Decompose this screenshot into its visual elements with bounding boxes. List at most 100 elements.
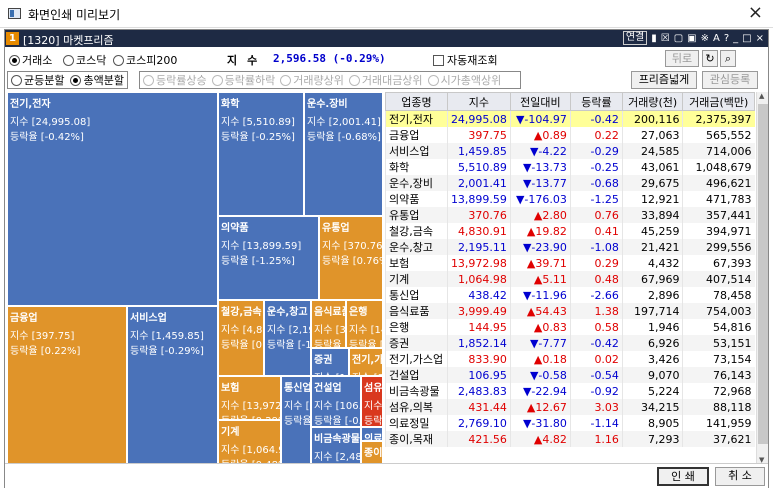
table-row[interactable]: 은행 144.95 ▲0.83 0.58 1,946 54,816 [385, 319, 755, 335]
tool-icon-1[interactable]: ▮ [651, 33, 657, 44]
table-row[interactable]: 운수,창고 2,195.11 ▼-23.90 -1.08 21,421 299,556 [385, 239, 755, 255]
table-row[interactable]: 전기,전자 24,995.08 ▼-104.97 -0.42 200,116 2,375,… [385, 110, 755, 127]
treemap-tile[interactable]: 통신업지수 [438.42] 등락율 [-2.66%] [281, 376, 311, 464]
filter-dot[interactable] [143, 74, 154, 86]
help-icon[interactable]: ? [724, 33, 729, 44]
treemap-tile[interactable]: 증권지수 [1,852.14]등락율 [-0.42%] [311, 348, 349, 376]
tile-index: 지수 [1,064.98] [221, 445, 280, 456]
table-row[interactable]: 서비스업 1,459.85 ▼-4.22 -0.29 24,585 714,006 [385, 143, 755, 159]
scroll-up-icon[interactable]: ▲ [759, 92, 764, 100]
treemap-tile[interactable]: 보험지수 [13,972.98]등락율 [0.29%] [218, 376, 281, 420]
table-row[interactable]: 화학 5,510.89 ▼-13.73 -0.25 43,061 1,048,679 [385, 159, 755, 175]
tool-icon-3[interactable]: ▢ [674, 33, 683, 44]
down-arrow-icon: ▼ [522, 160, 532, 174]
table-row[interactable]: 섬유,의복 431.44 ▲12.67 3.03 34,215 88,118 [385, 399, 755, 415]
treemap-tile[interactable]: 섬유,의복지수 [431.44] 등락율 [3.03%] [361, 376, 383, 427]
radio-total-label[interactable]: 총액분할 [83, 72, 123, 88]
screen-number-badge: 1 [6, 32, 19, 45]
treemap-tile[interactable]: 은행지수 [144.95] 등락율 [0.58%] [346, 300, 383, 348]
table-row[interactable]: 철강,금속 4,830.91 ▲19.82 0.41 45,259 394,971 [385, 223, 755, 239]
table-row[interactable]: 종이,목재 421.56 ▲4.82 1.16 7,293 37,621 [385, 431, 755, 447]
tool-icon-4[interactable]: ▣ [687, 33, 696, 44]
col-header[interactable]: 거래량(천) [621, 92, 684, 111]
table-row[interactable]: 의료정밀 2,769.10 ▼-31.80 -1.14 8,905 141,959 [385, 415, 755, 431]
filter-dot[interactable] [427, 74, 439, 86]
search-icon[interactable]: ⌕ [720, 50, 736, 67]
treemap-tile[interactable]: 음식료품지수 [3,999.49] 등락율 [1.38%] [311, 300, 346, 348]
filter-rise[interactable]: 등락률상승 [156, 72, 207, 88]
treemap-tile[interactable]: 철강,금속지수 [4,830.91] 등락율 [0.41%] [218, 300, 264, 376]
treemap-tile[interactable]: 기계지수 [1,064.98]등락율 [0.48%] [218, 420, 281, 464]
col-header[interactable]: 등락률 [569, 92, 623, 111]
font-icon[interactable]: A [713, 33, 720, 44]
minimize-icon[interactable]: _ [733, 33, 738, 44]
maximize-icon[interactable]: □ [742, 33, 751, 44]
treemap-tile[interactable]: 의약품 지수 [13,899.59] 등락율 [-1.25%] [218, 216, 319, 300]
tool-icon-2[interactable]: ☒ [661, 33, 670, 44]
treemap-tile[interactable]: 운수.장비 지수 [2,001.41] 등락율 [-0.68%] [304, 92, 383, 216]
table-row[interactable]: 통신업 438.42 ▼-11.96 -2.66 2,896 78,458 [385, 287, 755, 303]
tool-icon-5[interactable]: ※ [701, 33, 709, 44]
filter-volume[interactable]: 거래량상위 [293, 72, 344, 88]
table-row[interactable]: 보험 13,972.98 ▲39.71 0.29 4,432 67,393 [385, 255, 755, 271]
radio-kospi[interactable]: 거래소 [9, 52, 52, 68]
refresh-icon[interactable]: ↻ [702, 50, 718, 67]
radio-kospi200[interactable]: 코스피200 [113, 52, 177, 68]
treemap-tile[interactable]: 운수,창고지수 [2,195.11] 등락율 [-1.08%] [264, 300, 311, 376]
filter-amount[interactable]: 거래대금상위 [362, 72, 423, 88]
back-button[interactable]: 뒤로 [665, 50, 699, 67]
filter-dot[interactable] [211, 74, 223, 86]
rate-cell: 1.38 [569, 303, 623, 319]
sector-name: 서비스업 [385, 143, 448, 159]
col-header[interactable]: 지수 [446, 92, 511, 111]
treemap-tile[interactable]: 서비스업 지수 [1,459.85] 등락율 [-0.29%] [127, 306, 218, 464]
treemap-tile[interactable]: 건설업지수 [106.95] 등락율 [-0.54%] [311, 376, 361, 427]
scroll-thumb[interactable] [758, 104, 768, 444]
table-row[interactable]: 비금속광물 2,483.83 ▼-22.94 -0.92 5,224 72,968 [385, 383, 755, 399]
radio-equal-label[interactable]: 균등분할 [24, 72, 64, 88]
treemap-tile[interactable]: 전기,가스업지수 [833.90]등락율 [0.02%] [349, 348, 383, 376]
link-button[interactable]: 연결 [622, 31, 648, 45]
filter-fall[interactable]: 등락률하락 [225, 72, 276, 88]
table-row[interactable]: 전기,가스업 833.90 ▲0.18 0.02 3,426 73,154 [385, 351, 755, 367]
tile-index: 지수 [833.90] [352, 369, 382, 375]
print-button[interactable]: 인 쇄 [657, 467, 709, 486]
tile-change: 등락율 [-1.08%] [267, 340, 310, 351]
radio-total-dot[interactable] [70, 74, 82, 86]
table-row[interactable]: 금융업 397.75 ▲0.89 0.22 27,063 565,552 [385, 127, 755, 143]
table-scrollbar[interactable]: ▲ ▼ [756, 92, 768, 464]
radio-kosdaq[interactable]: 코스닥 [63, 52, 106, 68]
table-row[interactable]: 기계 1,064.98 ▲5.11 0.48 67,969 407,514 [385, 271, 755, 287]
table-row[interactable]: 증권 1,852.14 ▼-7.77 -0.42 6,926 53,151 [385, 335, 755, 351]
treemap-tile[interactable]: 종이,목재지수 [421.56]등락율 [1.16%] [361, 441, 383, 464]
table-row[interactable]: 음식료품 3,999.49 ▲54.43 1.38 197,714 754,003 [385, 303, 755, 319]
inner-close-icon[interactable]: × [756, 33, 764, 44]
change-value: 4.82 [542, 432, 567, 446]
up-arrow-icon: ▲ [526, 224, 536, 238]
table-row[interactable]: 유통업 370.76 ▲2.80 0.76 33,894 357,441 [385, 207, 755, 223]
down-arrow-icon: ▼ [515, 192, 525, 206]
table-row[interactable]: 의약품 13,899.59 ▼-176.03 -1.25 12,921 471,783 [385, 191, 755, 207]
dialog-footer: 인 쇄 취 소 [5, 463, 768, 488]
treemap-tile[interactable]: 화학 지수 [5,510.89] 등락율 [-0.25%] [218, 92, 304, 216]
treemap-tile[interactable]: 전기,전자 지수 [24,995.08] 등락율 [-0.42%] [7, 92, 218, 306]
auto-refresh-checkbox[interactable]: 자동재조회 [433, 52, 498, 68]
table-row[interactable]: 운수,장비 2,001.41 ▼-13.77 -0.68 29,675 496,621 [385, 175, 755, 191]
treemap-tile[interactable]: 유통업지수 [370.76] 등락율 [0.76%] [319, 216, 383, 300]
col-header[interactable]: 업종명 [385, 92, 448, 111]
filter-marketcap[interactable]: 시가총액상위 [441, 72, 502, 88]
treemap-tile[interactable]: 금융업 지수 [397.75] 등락율 [0.22%] [7, 306, 127, 464]
treemap-tile[interactable]: 비금속광물지수 [2,483.83]등락율 [-0.92%] [311, 427, 361, 464]
cancel-button[interactable]: 취 소 [715, 467, 765, 486]
col-header[interactable]: 전일대비 [509, 92, 571, 111]
radio-equal-dot[interactable] [11, 74, 22, 86]
table-row[interactable]: 건설업 106.95 ▼-0.58 -0.54 9,070 76,143 [385, 367, 755, 383]
filter-dot[interactable] [280, 74, 292, 86]
tile-name: 은행 [349, 307, 368, 318]
treemap-tile[interactable]: 의료정밀지수 [2,769.10]등락율 [-1.14%] [361, 427, 383, 441]
watchlist-button[interactable]: 관심등록 [702, 71, 758, 89]
window-close-button[interactable]: × [748, 2, 763, 24]
filter-dot[interactable] [348, 74, 360, 86]
col-header[interactable]: 거래금(백만) [682, 92, 755, 111]
prism-wide-button[interactable]: 프리즘넓게 [631, 71, 697, 89]
